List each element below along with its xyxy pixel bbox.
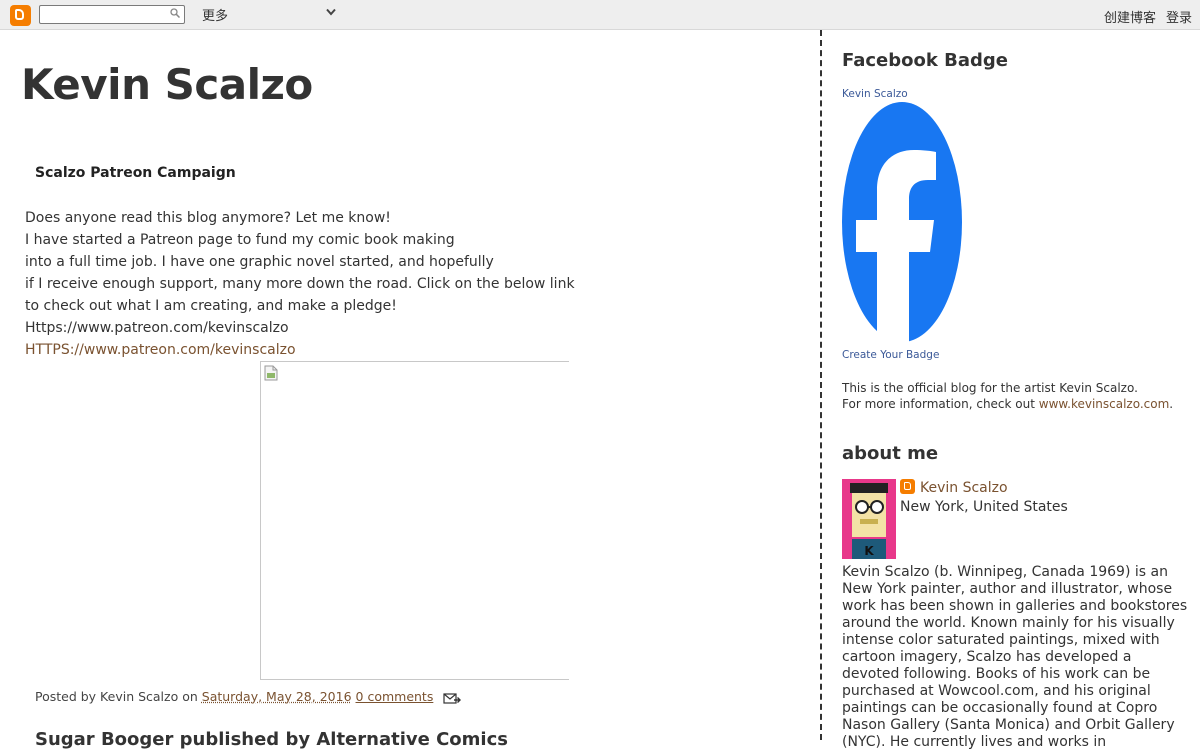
svg-text:K: K	[864, 544, 874, 558]
post-timestamp-link[interactable]: Saturday, May 28, 2016	[202, 689, 352, 704]
facebook-name-link[interactable]: Kevin Scalzo	[842, 88, 908, 100]
post-line: into a full time job. I have one graphic…	[25, 254, 494, 270]
about-me-title: about me	[842, 443, 939, 464]
more-info-line: For more information, check out www.kevi…	[842, 396, 1173, 412]
patreon-link[interactable]: HTTPS://www.patreon.com/kevinscalzo	[25, 342, 296, 358]
posted-by-label: Posted by Kevin Scalzo on	[35, 689, 198, 704]
post-line: to check out what I am creating, and mak…	[25, 298, 397, 314]
facebook-logo-icon[interactable]	[842, 102, 962, 342]
email-post-icon[interactable]	[443, 691, 462, 705]
post-body: Does anyone read this blog anymore? Let …	[25, 207, 625, 361]
blog-title[interactable]: Kevin Scalzo	[21, 60, 313, 109]
column-divider	[820, 30, 822, 740]
post-line: if I receive enough support, many more d…	[25, 276, 575, 292]
login-link[interactable]: 登录	[1166, 7, 1192, 26]
more-info-period: .	[1169, 397, 1174, 411]
broken-image-icon	[264, 365, 278, 381]
post-footer: Posted by Kevin Scalzo on Saturday, May …	[35, 689, 462, 705]
create-badge-link[interactable]: Create Your Badge	[842, 349, 939, 361]
post-title[interactable]: Scalzo Patreon Campaign	[35, 165, 236, 181]
post-line: Does anyone read this blog anymore? Let …	[25, 210, 391, 226]
chevron-down-icon[interactable]	[326, 8, 336, 16]
search-icon[interactable]	[170, 8, 180, 18]
post-line: I have started a Patreon page to fund my…	[25, 232, 455, 248]
profile-bio: Kevin Scalzo (b. Winnipeg, Canada 1969) …	[842, 564, 1188, 750]
profile-name[interactable]: Kevin Scalzo	[900, 479, 1008, 496]
more-menu[interactable]: 更多	[202, 5, 228, 24]
blog-description: This is the official blog for the artist…	[842, 381, 1138, 395]
website-link[interactable]: www.kevinscalzo.com	[1039, 397, 1170, 411]
more-info-text: For more information, check out	[842, 397, 1035, 411]
avatar[interactable]: K	[842, 479, 896, 559]
comments-link[interactable]: 0 comments	[356, 689, 434, 704]
blogger-logo-icon[interactable]	[10, 5, 31, 26]
post-image[interactable]	[260, 361, 569, 680]
search-input[interactable]	[39, 5, 185, 24]
create-blog-link[interactable]: 创建博客	[1104, 7, 1156, 26]
facebook-badge-title: Facebook Badge	[842, 50, 1008, 71]
blogger-navbar: 更多 创建博客 登录	[0, 0, 1200, 30]
post-line: Https://www.patreon.com/kevinscalzo	[25, 320, 289, 336]
profile-name-link[interactable]: Kevin Scalzo	[920, 480, 1008, 496]
profile-location: New York, United States	[900, 499, 1068, 515]
blogger-profile-icon	[900, 479, 915, 494]
